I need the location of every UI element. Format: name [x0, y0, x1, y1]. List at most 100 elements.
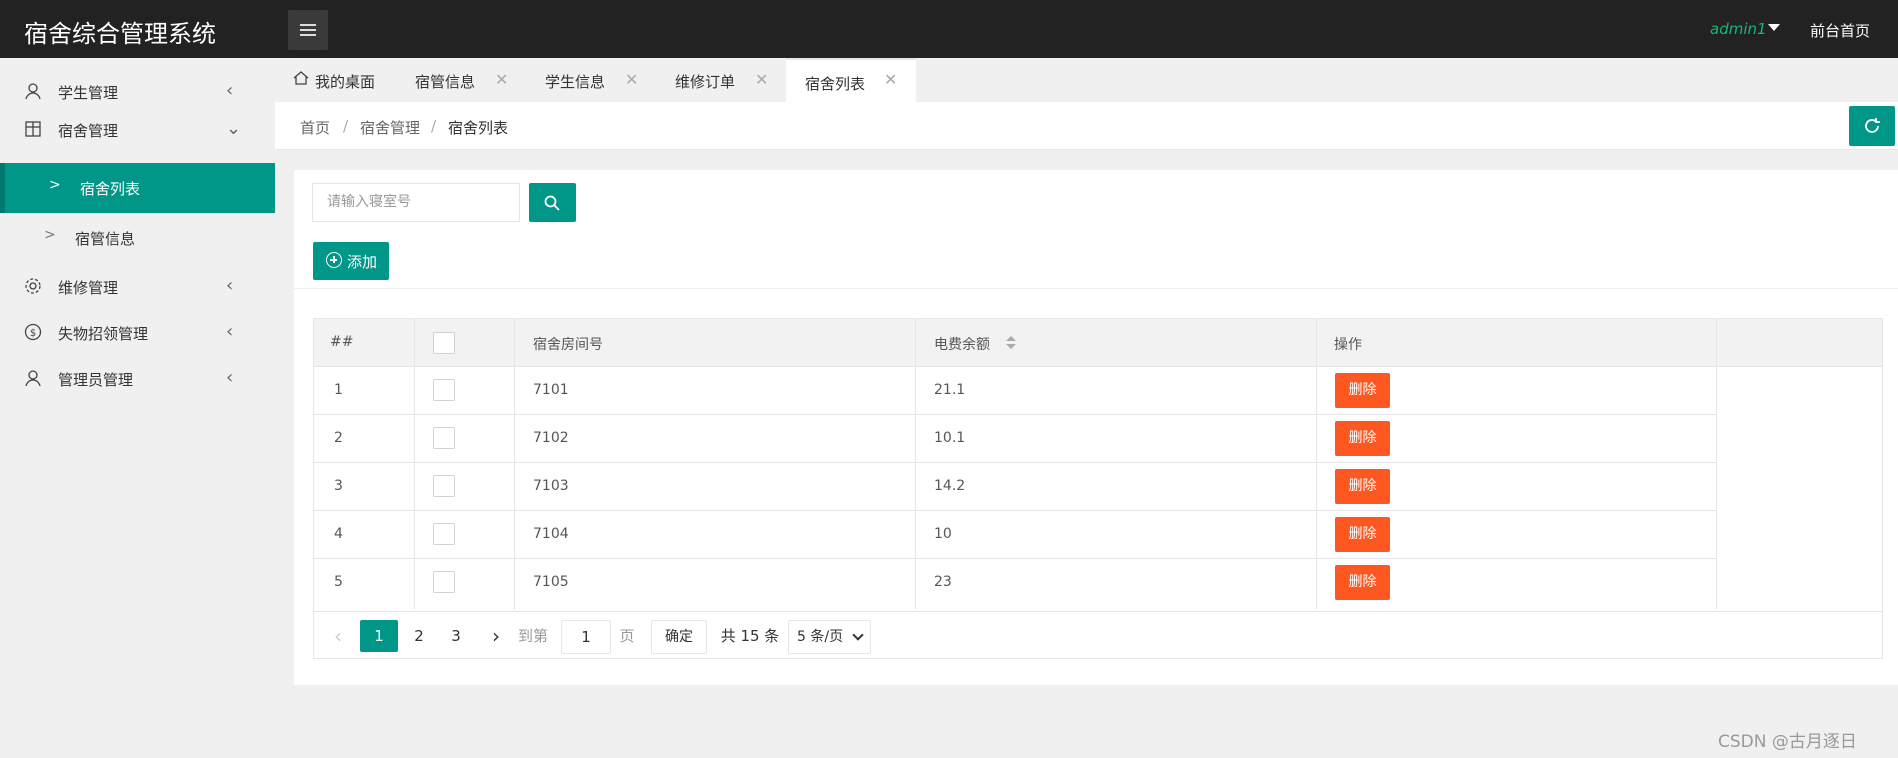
watermark: CSDN @古月逐日 [1718, 732, 1857, 752]
chevron-down-icon [852, 629, 864, 641]
cell-index: 5 [334, 574, 343, 590]
table-row: 2 7102 10.1 删除 [314, 415, 1716, 463]
sidebar-item-lost-found[interactable]: $ 失物招领管理 ‹ [0, 309, 275, 355]
chevron-left-icon: ‹ [226, 275, 234, 296]
column-header-room: 宿舍房间号 [533, 337, 603, 353]
cell-index: 1 [334, 382, 343, 398]
sidebar-item-dorm[interactable]: 宿舍管理 ⌄ [0, 106, 275, 152]
column-header-action: 操作 [1334, 337, 1362, 353]
home-icon [293, 71, 309, 85]
page-size-select[interactable]: 5 条/页 [788, 620, 871, 654]
sidebar-item-label: 维修管理 [58, 279, 119, 297]
breadcrumb-separator: / [343, 117, 349, 135]
search-button[interactable] [529, 183, 576, 222]
tab-dorm-list[interactable]: 宿舍列表 ✕ [786, 58, 916, 102]
sidebar-item-label: 学生管理 [58, 84, 119, 102]
close-icon[interactable]: ✕ [884, 70, 897, 89]
caret-down-icon[interactable] [1768, 24, 1780, 31]
page-button[interactable]: 2 [404, 620, 434, 652]
sidebar-subitem-dorm-list[interactable]: > 宿舍列表 [0, 163, 275, 213]
next-page-button[interactable]: › [481, 620, 511, 652]
sidebar-item-label: 宿舍管理 [58, 122, 119, 140]
chevron-left-icon: ‹ [226, 80, 234, 101]
page-button[interactable]: 3 [441, 620, 471, 652]
total-count: 共 15 条 [720, 627, 780, 645]
cell-room: 7102 [533, 430, 569, 446]
close-icon[interactable]: ✕ [625, 70, 638, 89]
page-number-input[interactable]: 1 [561, 620, 611, 654]
delete-button[interactable]: 删除 [1335, 469, 1390, 504]
delete-button[interactable]: 删除 [1335, 421, 1390, 456]
row-checkbox[interactable] [433, 427, 455, 449]
page-button-current[interactable]: 1 [360, 620, 398, 652]
dollar-icon: $ [24, 323, 42, 341]
close-icon[interactable]: ✕ [755, 70, 768, 89]
chevron-right-icon: > [44, 227, 56, 243]
prev-page-button[interactable]: ‹ [328, 620, 348, 652]
table-row: 5 7105 23 删除 [314, 559, 1716, 607]
row-checkbox[interactable] [433, 475, 455, 497]
cell-index: 2 [334, 430, 343, 446]
sidebar-subitem-label: 宿管信息 [75, 230, 136, 248]
cell-balance: 23 [934, 574, 952, 590]
cell-room: 7104 [533, 526, 569, 542]
breadcrumb-separator: / [431, 117, 437, 135]
building-icon [25, 121, 41, 137]
cell-index: 3 [334, 478, 343, 494]
pagination: ‹ 1 2 3 › 到第 1 页 确定 共 15 条 5 条/页 [314, 611, 1882, 659]
row-checkbox[interactable] [433, 523, 455, 545]
column-divider [1716, 319, 1717, 610]
chevron-down-icon: ⌄ [226, 118, 242, 139]
search-input[interactable]: 请输入寝室号 [312, 183, 520, 222]
menu-toggle-button[interactable] [288, 10, 328, 50]
sidebar-item-repair[interactable]: 维修管理 ‹ [0, 263, 275, 309]
tab-bar: 我的桌面 宿管信息 ✕ 学生信息 ✕ 维修订单 ✕ 宿舍列表 ✕ [275, 58, 1898, 102]
cell-index: 4 [334, 526, 343, 542]
sidebar-item-label: 失物招领管理 [58, 325, 149, 343]
table-row: 1 7101 21.1 删除 [314, 367, 1716, 415]
user-menu[interactable]: admin1 [1710, 20, 1767, 38]
sidebar: 学生管理 ‹ 宿舍管理 ⌄ > 宿舍列表 > 宿管信息 维修管理 ‹ $ 失物招… [0, 58, 275, 758]
tab-manager-info[interactable]: 宿管信息 ✕ [415, 58, 525, 102]
tab-student-info[interactable]: 学生信息 ✕ [545, 58, 655, 102]
breadcrumb-current: 宿舍列表 [448, 119, 509, 137]
top-header: 宿舍综合管理系统 admin1 前台首页 [0, 0, 1898, 58]
delete-button[interactable]: 删除 [1335, 517, 1390, 552]
column-header-index: ## [330, 334, 354, 350]
cell-balance: 10.1 [934, 430, 966, 446]
cell-room: 7101 [533, 382, 569, 398]
sidebar-item-admin[interactable]: 管理员管理 ‹ [0, 355, 275, 401]
page-unit-label: 页 [619, 627, 635, 645]
plus-circle-icon [326, 252, 342, 268]
breadcrumb-home[interactable]: 首页 [300, 117, 330, 138]
user-icon [25, 83, 41, 100]
column-header-balance[interactable]: 电费余额 [934, 334, 990, 354]
svg-text:$: $ [30, 328, 36, 339]
delete-button[interactable]: 删除 [1335, 373, 1390, 408]
refresh-button[interactable] [1849, 106, 1895, 146]
tab-desktop[interactable]: 我的桌面 [293, 58, 398, 102]
row-checkbox[interactable] [433, 571, 455, 593]
table-row: 4 7104 10 删除 [314, 511, 1716, 559]
cell-balance: 21.1 [934, 382, 966, 398]
front-home-link[interactable]: 前台首页 [1810, 20, 1870, 41]
goto-label: 到第 [517, 627, 548, 645]
tab-repair-orders[interactable]: 维修订单 ✕ [675, 58, 785, 102]
cell-balance: 14.2 [934, 478, 966, 494]
row-checkbox[interactable] [433, 379, 455, 401]
confirm-page-button[interactable]: 确定 [651, 620, 707, 654]
breadcrumb: 首页 / 宿舍管理 / 宿舍列表 [275, 102, 1898, 150]
add-button[interactable]: 添加 [313, 242, 389, 280]
page-size-value: 5 条/页 [797, 629, 844, 645]
sidebar-subitem-label: 宿舍列表 [80, 180, 141, 198]
sidebar-subitem-manager-info[interactable]: > 宿管信息 [0, 213, 275, 263]
close-icon[interactable]: ✕ [495, 70, 508, 89]
tab-label: 我的桌面 [315, 73, 376, 91]
breadcrumb-dorm-manage[interactable]: 宿舍管理 [360, 117, 420, 138]
divider [294, 288, 1898, 289]
sidebar-item-label: 管理员管理 [58, 371, 134, 389]
select-all-checkbox[interactable] [433, 332, 455, 354]
chevron-right-icon: > [49, 177, 61, 193]
cell-room: 7105 [533, 574, 569, 590]
delete-button[interactable]: 删除 [1335, 565, 1390, 600]
